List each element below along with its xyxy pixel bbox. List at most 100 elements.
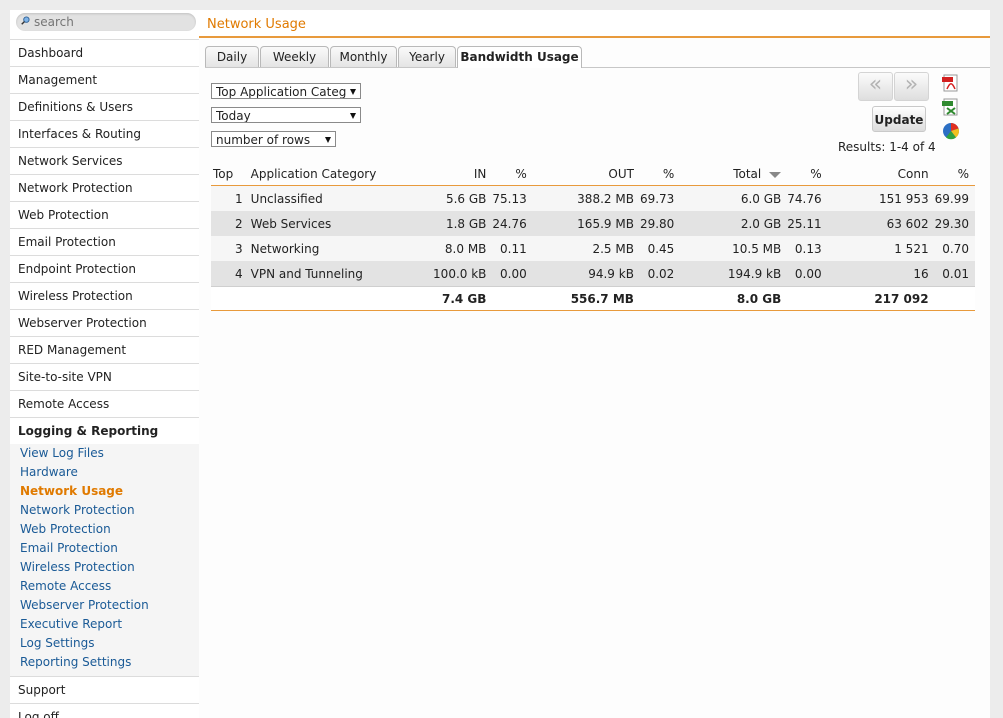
cell-total-pct: 0.13 [787, 236, 828, 261]
cell-out-pct: 0.02 [639, 261, 681, 287]
subnav-item-executive-report[interactable]: Executive Report [10, 615, 199, 634]
cell-category: Networking [248, 236, 404, 261]
cell-in-pct: 0.11 [492, 236, 533, 261]
subnav-item-log-settings[interactable]: Log Settings [10, 634, 199, 653]
col-header-in[interactable]: IN [403, 163, 493, 186]
sidebar-item-web-protection[interactable]: Web Protection [10, 202, 199, 229]
rows-value: number of rows [216, 133, 311, 147]
subnav-item-web-protection[interactable]: Web Protection [10, 520, 199, 539]
sidebar-item-logging-reporting[interactable]: Logging & Reporting [10, 418, 199, 444]
total-out: 556.7 MB [532, 286, 640, 311]
next-page-button[interactable]: » [894, 72, 929, 101]
cell-total-pct: 0.00 [787, 261, 828, 287]
col-header-total[interactable]: Total [680, 163, 788, 186]
pie-chart-icon[interactable] [942, 122, 960, 140]
cell-conn: 1 521 [827, 236, 935, 261]
sidebar-subnav-logging: View Log Files Hardware Network Usage Ne… [10, 444, 199, 677]
tab-bandwidth-usage[interactable]: Bandwidth Usage [457, 46, 582, 68]
cell-category: Unclassified [248, 185, 404, 211]
cell-in-pct: 24.76 [492, 211, 533, 236]
subnav-item-view-log-files[interactable]: View Log Files [10, 444, 199, 463]
col-header-category[interactable]: Application Category [248, 163, 404, 186]
tab-yearly[interactable]: Yearly [398, 46, 456, 67]
tab-weekly[interactable]: Weekly [260, 46, 329, 67]
report-type-select[interactable]: Top Application Categories [211, 83, 361, 99]
sidebar-item-dashboard[interactable]: Dashboard [10, 39, 199, 67]
period-select[interactable]: Today [211, 107, 361, 123]
subnav-item-email-protection[interactable]: Email Protection [10, 539, 199, 558]
col-header-total-pct[interactable]: % [787, 163, 828, 186]
totals-row: 7.4 GB 556.7 MB 8.0 GB 217 092 [211, 286, 975, 311]
cell-total: 10.5 MB [680, 236, 788, 261]
cell-conn-pct: 29.30 [934, 211, 975, 236]
cell-total-pct: 25.11 [787, 211, 828, 236]
table-row[interactable]: 1 Unclassified 5.6 GB 75.13 388.2 MB 69.… [211, 185, 975, 211]
cell-top: 4 [211, 261, 249, 287]
chevron-down-icon [350, 89, 356, 95]
period-value: Today [216, 109, 251, 123]
pdf-icon[interactable] [942, 74, 960, 92]
subnav-item-hardware[interactable]: Hardware [10, 463, 199, 482]
sidebar-item-remote-access[interactable]: Remote Access [10, 391, 199, 418]
cell-in-pct: 75.13 [492, 185, 533, 211]
search-input[interactable] [34, 14, 190, 29]
col-header-top[interactable]: Top [211, 163, 249, 186]
cell-top: 2 [211, 211, 249, 236]
prev-page-button[interactable]: « [858, 72, 893, 101]
cell-conn-pct: 0.01 [934, 261, 975, 287]
cell-conn-pct: 0.70 [934, 236, 975, 261]
cell-total: 194.9 kB [680, 261, 788, 287]
sidebar-item-definitions-users[interactable]: Definitions & Users [10, 94, 199, 121]
col-header-in-pct[interactable]: % [492, 163, 533, 186]
chevron-down-icon [325, 137, 331, 143]
cell-total-pct: 74.76 [787, 185, 828, 211]
table-row[interactable]: 3 Networking 8.0 MB 0.11 2.5 MB 0.45 10.… [211, 236, 975, 261]
cell-total: 2.0 GB [680, 211, 788, 236]
subnav-item-webserver-protection[interactable]: Webserver Protection [10, 596, 199, 615]
sidebar-item-log-off[interactable]: Log off [10, 704, 199, 718]
rows-select[interactable]: number of rows [211, 131, 336, 147]
sidebar-item-webserver-protection[interactable]: Webserver Protection [10, 310, 199, 337]
report-type-value: Top Application Categories [216, 85, 346, 99]
subnav-item-network-protection[interactable]: Network Protection [10, 501, 199, 520]
page-header: Network Usage [199, 10, 990, 38]
cell-conn: 16 [827, 261, 935, 287]
cell-empty [934, 286, 975, 311]
cell-in: 100.0 kB [403, 261, 493, 287]
cell-total: 6.0 GB [680, 185, 788, 211]
update-button[interactable]: Update [872, 106, 926, 132]
subnav-item-network-usage[interactable]: Network Usage [10, 482, 199, 501]
search-box[interactable] [16, 13, 196, 31]
sidebar-item-endpoint-protection[interactable]: Endpoint Protection [10, 256, 199, 283]
sidebar-item-management[interactable]: Management [10, 67, 199, 94]
cell-empty [492, 286, 533, 311]
col-header-conn[interactable]: Conn [827, 163, 935, 186]
search-icon [21, 16, 30, 25]
tab-monthly[interactable]: Monthly [330, 46, 397, 67]
cell-out-pct: 0.45 [639, 236, 681, 261]
sidebar-item-email-protection[interactable]: Email Protection [10, 229, 199, 256]
col-header-out-pct[interactable]: % [639, 163, 681, 186]
sidebar-item-wireless-protection[interactable]: Wireless Protection [10, 283, 199, 310]
cell-conn-pct: 69.99 [934, 185, 975, 211]
cell-top: 3 [211, 236, 249, 261]
table-row[interactable]: 4 VPN and Tunneling 100.0 kB 0.00 94.9 k… [211, 261, 975, 287]
sidebar-item-network-services[interactable]: Network Services [10, 148, 199, 175]
sidebar-item-network-protection[interactable]: Network Protection [10, 175, 199, 202]
subnav-item-reporting-settings[interactable]: Reporting Settings [10, 653, 199, 672]
cell-in: 8.0 MB [403, 236, 493, 261]
subnav-item-wireless-protection[interactable]: Wireless Protection [10, 558, 199, 577]
tab-daily[interactable]: Daily [205, 46, 259, 67]
sidebar-item-site-to-site-vpn[interactable]: Site-to-site VPN [10, 364, 199, 391]
col-header-conn-pct[interactable]: % [934, 163, 975, 186]
col-header-out[interactable]: OUT [532, 163, 640, 186]
table-row[interactable]: 2 Web Services 1.8 GB 24.76 165.9 MB 29.… [211, 211, 975, 236]
sidebar-item-interfaces-routing[interactable]: Interfaces & Routing [10, 121, 199, 148]
tab-bar: Daily Weekly Monthly Yearly Bandwidth Us… [205, 46, 990, 68]
sidebar-item-support[interactable]: Support [10, 677, 199, 704]
sidebar: Dashboard Management Definitions & Users… [10, 10, 199, 718]
xls-icon[interactable] [942, 98, 960, 116]
cell-out: 2.5 MB [532, 236, 640, 261]
subnav-item-remote-access[interactable]: Remote Access [10, 577, 199, 596]
sidebar-item-red-management[interactable]: RED Management [10, 337, 199, 364]
